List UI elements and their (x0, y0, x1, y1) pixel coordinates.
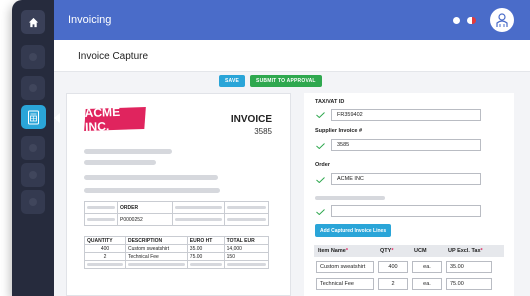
invoice-preview: ACME INC. INVOICE 3585 ORDER P0000252 QU… (66, 93, 291, 296)
capture-form: TAX/VAT ID FR359402 Supplier Invoice # 3… (304, 93, 514, 296)
order-input[interactable]: ACME INC (331, 173, 481, 185)
table-row: 2 Technical Fee 75.00 150 (84, 252, 270, 261)
add-invoice-lines-button[interactable]: Add Captured Invoice Lines (315, 224, 392, 237)
sidebar-item-4[interactable] (21, 136, 45, 160)
order-number: P0000252 (117, 213, 173, 226)
sidebar-item-5[interactable] (21, 163, 45, 187)
status-dots (453, 17, 476, 24)
ucm-input[interactable]: ea. (412, 260, 442, 273)
column-header: QTY* (376, 245, 410, 257)
qty-input[interactable]: 2 (378, 277, 408, 290)
save-button[interactable]: SAVE (219, 75, 246, 87)
column-header: DESCRIPTION (124, 236, 188, 245)
sidebar-item-invoices[interactable] (21, 105, 46, 129)
placeholder-line (84, 149, 172, 154)
column-header: UP Excl. Tax* (444, 245, 504, 257)
order-label: Order (315, 162, 330, 168)
column-header: EURO HT (186, 236, 225, 245)
placeholder-label (315, 196, 385, 200)
order-table: ORDER P0000252 (84, 201, 269, 226)
invoice-icon (28, 110, 39, 124)
action-bar: SAVE SUBMIT TO APPROVAL (219, 75, 322, 87)
supplier-invoice-input[interactable]: 3585 (331, 139, 481, 151)
table-row: Custom sweatshirt 400 ea. 35.00 (314, 259, 504, 274)
page-header: Invoice Capture (54, 40, 530, 72)
table-row: 400 Custom sweatshirt 35.00 14,000 (84, 244, 270, 253)
item-name-input[interactable]: Custom sweatshirt (316, 260, 374, 273)
invoice-items-table: QUANTITY DESCRIPTION EURO HT TOTAL EUR 4… (84, 236, 270, 269)
qty-input[interactable]: 400 (378, 260, 408, 273)
placeholder-line (84, 160, 156, 165)
tax-id-input[interactable]: FR359402 (331, 109, 481, 121)
sidebar-item-2[interactable] (21, 76, 45, 100)
tax-id-label: TAX/VAT ID (315, 99, 345, 105)
invoice-lines-table: Item Name* QTY* UCM UP Excl. Tax* Custom… (314, 243, 504, 293)
column-header: UCM (410, 245, 444, 257)
table-row (84, 260, 270, 269)
column-header: QUANTITY (84, 236, 126, 245)
vendor-logo: ACME INC. (84, 105, 146, 134)
check-icon (316, 177, 325, 183)
table-row: Technical Fee 2 ea. 75.00 (314, 276, 504, 291)
user-icon (496, 13, 508, 27)
item-name-input[interactable]: Technical Fee (316, 277, 374, 290)
app-title: Invoicing (68, 14, 112, 26)
sidebar-item-6[interactable] (21, 190, 45, 214)
sidebar-item-1[interactable] (21, 45, 45, 69)
supplier-invoice-label: Supplier Invoice # (315, 128, 363, 134)
top-bar: Invoicing (54, 0, 530, 40)
invoice-number: 3585 (254, 127, 272, 136)
column-header: TOTAL EUR (223, 236, 270, 245)
status-dot-icon (453, 17, 460, 24)
page-title: Invoice Capture (78, 51, 149, 62)
notification-dot-icon[interactable] (467, 17, 476, 24)
check-icon (316, 112, 325, 118)
ucm-input[interactable]: ea. (412, 277, 442, 290)
active-indicator (54, 113, 60, 123)
column-header: Item Name* (314, 245, 376, 257)
sidebar (12, 0, 54, 296)
placeholder-line (84, 175, 218, 180)
check-icon (316, 143, 325, 149)
placeholder-line (84, 188, 220, 193)
submit-approval-button[interactable]: SUBMIT TO APPROVAL (250, 75, 322, 87)
home-icon[interactable] (21, 10, 45, 34)
price-input[interactable]: 35.00 (446, 260, 492, 273)
price-input[interactable]: 75.00 (446, 277, 492, 290)
invoice-title: INVOICE (230, 114, 272, 125)
avatar[interactable] (490, 8, 514, 32)
check-icon (316, 209, 325, 215)
empty-input[interactable] (331, 205, 481, 217)
order-label: ORDER (117, 201, 173, 214)
